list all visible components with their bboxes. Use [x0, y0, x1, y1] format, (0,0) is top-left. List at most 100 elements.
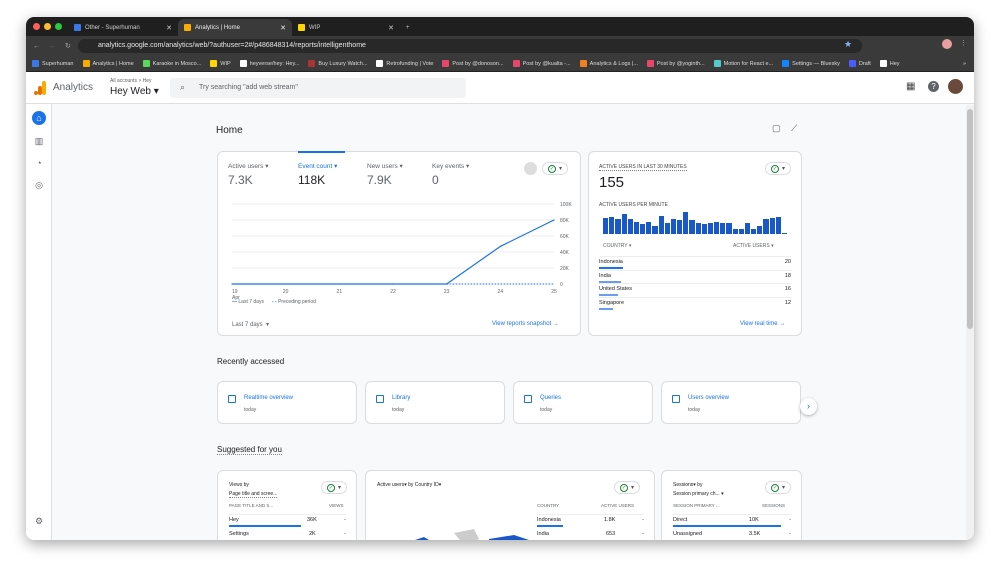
- search-input[interactable]: ⌕ Try searching "add web stream": [170, 78, 466, 98]
- explore-icon[interactable]: ◔: [32, 156, 46, 170]
- minute-bar[interactable]: [695, 222, 701, 234]
- minute-bar[interactable]: [732, 229, 738, 234]
- data-quality-dropdown[interactable]: ✓ ▾: [614, 481, 640, 494]
- notes-icon[interactable]: ▢: [772, 123, 781, 134]
- new-tab-button[interactable]: +: [400, 19, 416, 36]
- table-row[interactable]: India 653 -: [537, 529, 644, 540]
- view-real-time-link[interactable]: View real time →: [740, 321, 785, 327]
- help-icon[interactable]: ?: [928, 81, 939, 92]
- minute-bar[interactable]: [781, 232, 788, 234]
- minute-bar[interactable]: [714, 222, 720, 234]
- apps-grid-icon[interactable]: ▦: [906, 81, 915, 92]
- bookmark-item[interactable]: Retrofunding | Vote: [376, 60, 433, 67]
- country-column-header[interactable]: COUNTRY ▾: [603, 243, 631, 249]
- bookmark-item[interactable]: Settings — Bluesky: [782, 60, 840, 67]
- advertising-icon[interactable]: ◎: [32, 178, 46, 192]
- bookmark-item[interactable]: heyverse/hey: Hey...: [239, 60, 299, 67]
- recent-item-card[interactable]: Queries today: [513, 381, 653, 424]
- metric-tab[interactable]: Active users ▾ 7.3K: [228, 162, 268, 187]
- minute-bar[interactable]: [633, 221, 640, 234]
- minute-bar[interactable]: [627, 219, 633, 234]
- minute-bar[interactable]: [751, 229, 757, 234]
- card-title[interactable]: Sessions▾ by: [673, 482, 702, 488]
- minute-bar[interactable]: [609, 217, 615, 234]
- minute-bar[interactable]: [720, 223, 726, 234]
- minute-bar[interactable]: [701, 224, 707, 234]
- bookmark-item[interactable]: Draft: [848, 60, 871, 67]
- table-row[interactable]: Hey 36K -: [229, 514, 346, 527]
- dimension-selector[interactable]: Session primary ch... ▾: [673, 491, 724, 497]
- minute-bar[interactable]: [664, 223, 670, 234]
- minute-bar[interactable]: [615, 219, 621, 234]
- maximize-window-button[interactable]: [55, 23, 62, 30]
- minute-bar[interactable]: [726, 223, 732, 234]
- recent-item-card[interactable]: Users overview today: [661, 381, 801, 424]
- data-quality-dropdown[interactable]: ✓ ▾: [542, 162, 568, 175]
- tab-analytics[interactable]: Analytics | Home ✕: [178, 19, 292, 36]
- data-quality-dropdown[interactable]: ✓ ▾: [765, 162, 791, 175]
- reports-icon[interactable]: ▥: [32, 134, 46, 148]
- country-row[interactable]: Singapore 12: [599, 296, 791, 310]
- close-tab-icon[interactable]: ✕: [280, 24, 286, 32]
- bookmark-item[interactable]: Karaoke in Mosco...: [142, 60, 201, 67]
- minute-bar[interactable]: [689, 220, 695, 234]
- minute-bar[interactable]: [763, 219, 769, 234]
- card-title[interactable]: Active users▾ by Country ID▾: [377, 482, 441, 488]
- close-tab-icon[interactable]: ✕: [166, 24, 172, 32]
- metric-tab[interactable]: New users ▾ 7.9K: [367, 162, 403, 187]
- minute-bar[interactable]: [621, 214, 627, 234]
- minute-bar[interactable]: [769, 218, 775, 234]
- account-avatar[interactable]: [948, 79, 963, 94]
- menu-icon[interactable]: ⋮: [960, 39, 967, 47]
- minute-bar[interactable]: [652, 226, 658, 234]
- property-selector[interactable]: Hey Web ▾: [110, 86, 159, 97]
- data-quality-dropdown[interactable]: ✓ ▾: [765, 481, 791, 494]
- reload-icon[interactable]: ↻: [65, 42, 71, 50]
- bookmark-item[interactable]: Post by @donoson...: [442, 60, 504, 67]
- minute-bar[interactable]: [707, 223, 714, 234]
- forward-icon[interactable]: →: [48, 43, 55, 50]
- view-reports-snapshot-link[interactable]: View reports snapshot →: [492, 321, 559, 327]
- dimension-selector[interactable]: Page title and scree...: [229, 491, 278, 498]
- minute-bar[interactable]: [658, 216, 664, 234]
- table-row[interactable]: Unassigned 3.5K -: [673, 529, 791, 540]
- next-arrow-button[interactable]: ›: [800, 398, 817, 415]
- tab-superhuman[interactable]: Other - Superhuman ✕: [68, 19, 178, 36]
- scrollbar[interactable]: [966, 105, 974, 540]
- profile-avatar[interactable]: [942, 39, 952, 49]
- table-row[interactable]: Settings 2K -: [229, 529, 346, 540]
- date-range-dropdown[interactable]: Last 7 days ▾: [232, 321, 269, 328]
- more-bookmarks-button[interactable]: »: [963, 61, 966, 67]
- bookmark-star-icon[interactable]: ★: [844, 39, 852, 50]
- bookmark-item[interactable]: Analytics & Logs |...: [579, 60, 638, 67]
- recent-item-card[interactable]: Library today: [365, 381, 505, 424]
- insights-icon[interactable]: ⟋: [791, 123, 797, 134]
- close-window-button[interactable]: [33, 23, 40, 30]
- bookmark-item[interactable]: Buy Luxury Watch...: [308, 60, 367, 67]
- bookmark-item[interactable]: Superhuman: [32, 60, 74, 67]
- close-tab-icon[interactable]: ✕: [388, 24, 394, 32]
- minimize-window-button[interactable]: [44, 23, 51, 30]
- bookmark-item[interactable]: Analytics | Home: [82, 60, 134, 67]
- bookmark-item[interactable]: Motion for React e...: [713, 60, 773, 67]
- minute-bar[interactable]: [603, 218, 609, 234]
- breadcrumb[interactable]: All accounts > Hey: [110, 78, 152, 84]
- active-users-column-header[interactable]: ACTIVE USERS ▾: [733, 243, 774, 249]
- metric-tab[interactable]: Key events ▾ 0: [432, 162, 469, 187]
- country-row[interactable]: Indonesia 20: [599, 256, 791, 269]
- country-row[interactable]: United States 16: [599, 283, 791, 296]
- minute-bar[interactable]: [646, 222, 652, 234]
- minute-bar[interactable]: [683, 212, 689, 234]
- tab-wip[interactable]: WIP ✕: [292, 19, 400, 36]
- minute-bar[interactable]: [677, 220, 683, 234]
- bookmark-item[interactable]: WIP: [210, 60, 231, 67]
- address-bar[interactable]: analytics.google.com/analytics/web/?auth…: [78, 39, 862, 53]
- minute-bar[interactable]: [744, 223, 751, 234]
- minute-bar[interactable]: [640, 223, 646, 234]
- home-icon[interactable]: ⌂: [32, 111, 46, 125]
- recent-item-card[interactable]: Realtime overview today: [217, 381, 357, 424]
- table-row[interactable]: Direct 10K -: [673, 514, 791, 527]
- minute-bar[interactable]: [738, 229, 744, 234]
- table-row[interactable]: Indonesia 1.8K -: [537, 514, 644, 527]
- data-quality-dropdown[interactable]: ✓ ▾: [321, 481, 347, 494]
